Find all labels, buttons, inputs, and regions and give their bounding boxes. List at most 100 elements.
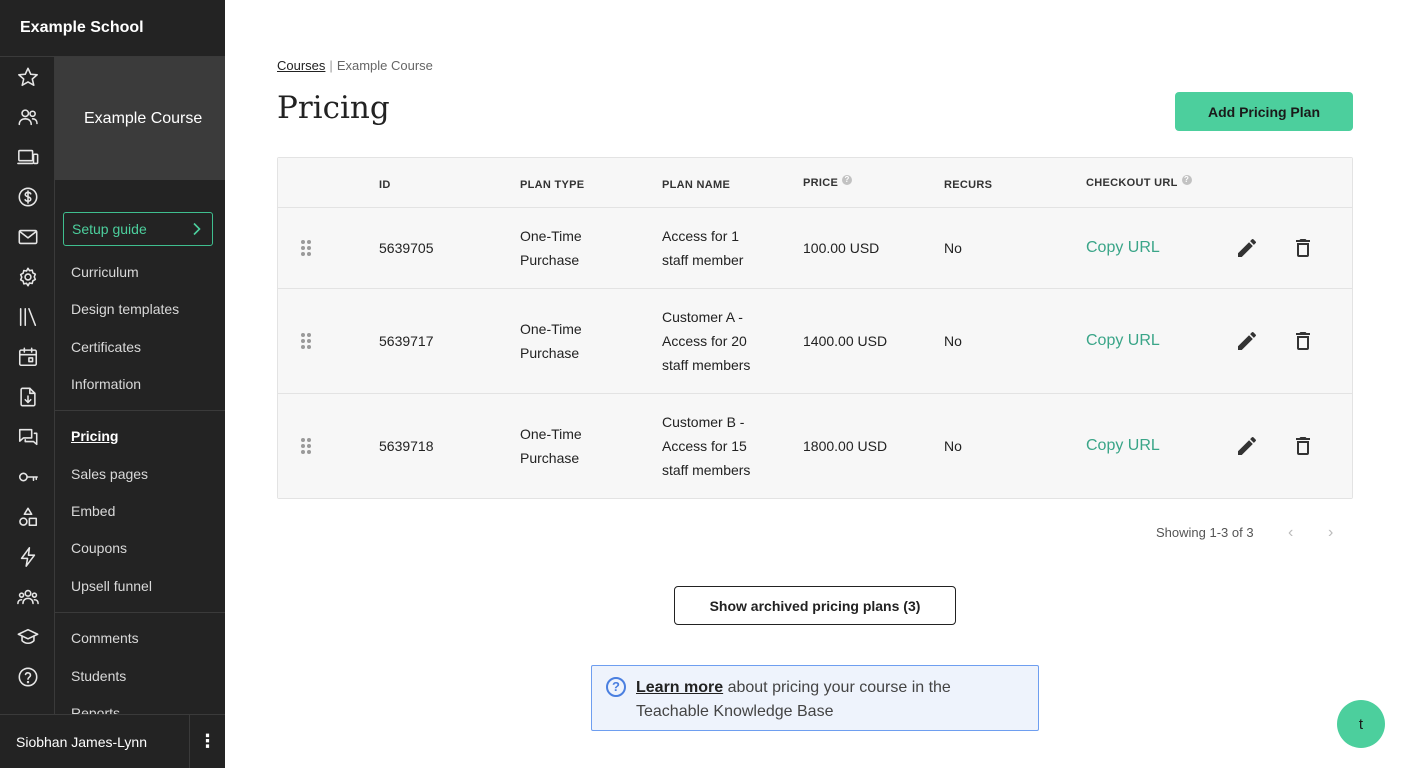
school-name[interactable]: Example School (0, 0, 225, 57)
nav-item-information[interactable]: Information (71, 376, 141, 392)
gear-icon[interactable] (16, 265, 40, 289)
table-row: 5639718 One-Time Purchase Customer B - A… (278, 394, 1352, 498)
setup-guide-button[interactable]: Setup guide (63, 212, 213, 246)
plan-type-line: One-Time (520, 228, 582, 244)
mail-icon[interactable] (16, 225, 40, 249)
chevron-left-icon[interactable]: ‹ (1288, 524, 1293, 542)
course-nav: Setup guide Curriculum Design templates … (55, 180, 225, 714)
copy-url-link[interactable]: Copy URL (1086, 329, 1160, 353)
learn-more-link[interactable]: Learn more (636, 679, 723, 696)
table-row: 5639717 One-Time Purchase Customer A - A… (278, 289, 1352, 394)
shapes-icon[interactable] (16, 505, 40, 529)
breadcrumb-separator: | (329, 58, 333, 73)
help-circle-icon[interactable]: ? (1181, 175, 1192, 185)
table-row: 5639705 One-Time Purchase Access for 1 s… (278, 208, 1352, 289)
copy-url-link[interactable]: Copy URL (1086, 236, 1160, 260)
plan-type-line: Purchase (520, 252, 580, 268)
nav-item-pricing[interactable]: Pricing (71, 428, 118, 444)
help-icon[interactable] (16, 665, 40, 689)
graduation-icon[interactable] (16, 625, 40, 649)
sidebar: Example School Example Course Setup guid… (0, 0, 225, 768)
chevron-right-icon[interactable]: › (1328, 524, 1333, 542)
breadcrumb: Courses | Example Course (277, 58, 433, 73)
pencil-icon[interactable] (1235, 329, 1259, 353)
course-title[interactable]: Example Course (55, 57, 225, 180)
users-icon[interactable] (16, 105, 40, 129)
header-checkout-label: CHECKOUT URL (1086, 177, 1178, 189)
user-name[interactable]: Siobhan James-Lynn (0, 734, 189, 750)
plan-type: One-Time Purchase (520, 224, 582, 272)
plan-type-line: Purchase (520, 450, 580, 466)
plan-type: One-Time Purchase (520, 422, 582, 470)
pagination-status: Showing 1-3 of 3 (1156, 525, 1254, 540)
key-icon[interactable] (16, 465, 40, 489)
icon-rail (0, 57, 55, 714)
add-pricing-plan-button[interactable]: Add Pricing Plan (1175, 92, 1353, 131)
plan-name-line: staff members (662, 462, 751, 478)
nav-item-certificates[interactable]: Certificates (71, 339, 141, 355)
trash-icon[interactable] (1291, 236, 1315, 260)
plan-name-line: Customer A - (662, 309, 743, 325)
plan-name: Customer B - Access for 15 staff members (662, 410, 750, 482)
setup-guide-label: Setup guide (72, 221, 147, 237)
plan-price: 1800.00 USD (803, 438, 888, 454)
trash-icon[interactable] (1291, 329, 1315, 353)
table-header: ID PLAN TYPE PLAN NAME PRICE? RECURS CHE… (278, 158, 1352, 208)
question-circle-icon: ? (606, 677, 626, 697)
plan-name-line: Customer B - (662, 414, 745, 430)
pencil-icon[interactable] (1235, 236, 1259, 260)
plan-id: 5639705 (379, 240, 434, 256)
trash-icon[interactable] (1291, 434, 1315, 458)
nav-item-reports[interactable]: Reports (71, 705, 120, 714)
drag-handle-icon[interactable] (301, 438, 313, 454)
plan-id: 5639717 (379, 333, 434, 349)
comments-icon[interactable] (16, 425, 40, 449)
pricing-table: ID PLAN TYPE PLAN NAME PRICE? RECURS CHE… (277, 157, 1353, 499)
copy-url-link[interactable]: Copy URL (1086, 434, 1160, 458)
info-callout: ? Learn more about pricing your course i… (591, 665, 1039, 731)
nav-item-sales-pages[interactable]: Sales pages (71, 466, 148, 482)
drag-handle-icon[interactable] (301, 333, 313, 349)
plan-recurs: No (944, 438, 962, 454)
help-circle-icon[interactable]: ? (842, 175, 853, 185)
library-icon[interactable] (16, 305, 40, 329)
plan-name-line: Access for 1 (662, 228, 740, 244)
plan-type-line: One-Time (520, 426, 582, 442)
drag-handle-icon[interactable] (301, 240, 313, 256)
show-archived-plans-button[interactable]: Show archived pricing plans (3) (674, 586, 956, 625)
devices-icon[interactable] (16, 145, 40, 169)
calendar-icon[interactable] (16, 345, 40, 369)
chevron-right-icon (193, 222, 201, 236)
nav-divider (55, 410, 225, 411)
nav-item-coupons[interactable]: Coupons (71, 540, 127, 556)
pencil-icon[interactable] (1235, 434, 1259, 458)
nav-item-upsell-funnel[interactable]: Upsell funnel (71, 578, 152, 594)
download-icon[interactable] (16, 385, 40, 409)
user-bar: Siobhan James-Lynn ⋮ (0, 714, 225, 768)
plan-type-line: One-Time (520, 321, 582, 337)
plan-type: One-Time Purchase (520, 317, 582, 365)
dollar-icon[interactable] (16, 185, 40, 209)
nav-divider (55, 612, 225, 613)
header-price: PRICE? (803, 175, 853, 189)
group-icon[interactable] (16, 585, 40, 609)
nav-item-curriculum[interactable]: Curriculum (71, 264, 139, 280)
breadcrumb-courses-link[interactable]: Courses (277, 58, 325, 73)
more-vertical-icon[interactable]: ⋮ (189, 714, 225, 768)
nav-item-students[interactable]: Students (71, 668, 126, 684)
header-recurs: RECURS (944, 179, 993, 191)
page-title: Pricing (277, 90, 390, 126)
nav-item-comments[interactable]: Comments (71, 630, 139, 646)
plan-type-line: Purchase (520, 345, 580, 361)
plan-recurs: No (944, 333, 962, 349)
chat-launcher-icon[interactable]: t (1337, 700, 1385, 748)
nav-item-embed[interactable]: Embed (71, 503, 115, 519)
breadcrumb-current: Example Course (336, 58, 433, 73)
header-plan-type: PLAN TYPE (520, 179, 585, 191)
header-plan-name: PLAN NAME (662, 179, 731, 191)
lightning-icon[interactable] (16, 545, 40, 569)
plan-name: Access for 1 staff member (662, 224, 743, 272)
star-icon[interactable] (16, 65, 40, 89)
plan-name-line: staff member (662, 252, 744, 268)
nav-item-design-templates[interactable]: Design templates (71, 301, 179, 317)
